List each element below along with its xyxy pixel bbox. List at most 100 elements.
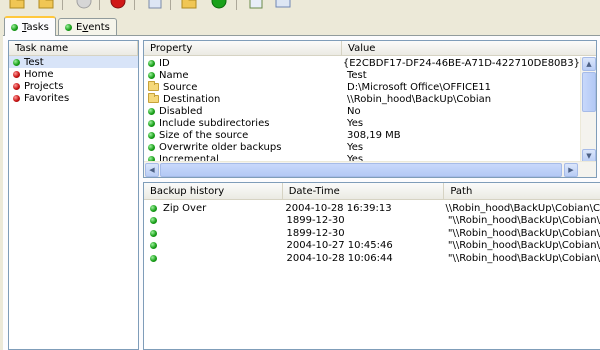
property-value: \\Robin_hood\BackUp\Cobian bbox=[347, 93, 492, 105]
task-item[interactable]: Home bbox=[9, 68, 138, 80]
vertical-scrollbar[interactable]: ▲ ▼ bbox=[580, 57, 596, 163]
scroll-up-button[interactable]: ▲ bbox=[582, 57, 596, 71]
folder-icon[interactable] bbox=[37, 0, 55, 10]
properties-header: Property Value bbox=[144, 41, 596, 56]
horizontal-scrollbar[interactable]: ◀ ▶ bbox=[144, 161, 596, 177]
property-name-cell: Size of the source bbox=[144, 130, 342, 141]
stop-icon[interactable] bbox=[109, 0, 127, 10]
property-name: Name bbox=[159, 69, 189, 81]
history-path: "\\Robin_hood\BackUp\Cobian\ bbox=[447, 215, 600, 227]
status-red-icon bbox=[13, 82, 20, 90]
task-item-label: Favorites bbox=[24, 92, 70, 104]
property-row[interactable]: Overwrite older backups Yes bbox=[144, 141, 580, 153]
history-name-cell bbox=[144, 217, 283, 225]
column-header-property[interactable]: Property bbox=[144, 41, 342, 55]
history-date-time: 2004-10-27 10:45:46 bbox=[286, 240, 393, 252]
status-green-icon bbox=[11, 23, 18, 31]
status-green-icon bbox=[150, 242, 157, 250]
property-value: 308,19 MB bbox=[347, 129, 401, 141]
history-row[interactable]: 1899-12-30 "\\Robin_hood\BackUp\Cobian\ bbox=[144, 227, 600, 240]
history-path: \\Robin_hood\BackUp\Cobian\C bbox=[445, 202, 600, 214]
property-row[interactable]: ID {E2CBDF17-DF24-46BE-A71D-422710DE80B3} bbox=[144, 57, 580, 69]
column-header-value[interactable]: Value bbox=[342, 41, 580, 55]
history-date-time: 2004-10-28 10:06:44 bbox=[286, 252, 393, 264]
tab-events-label: Events bbox=[76, 21, 110, 33]
task-item-label: Home bbox=[24, 68, 54, 80]
property-value: Test bbox=[347, 69, 367, 81]
property-name-cell: Destination bbox=[144, 93, 342, 105]
property-value: No bbox=[347, 105, 361, 117]
folder-icon[interactable] bbox=[180, 0, 198, 10]
task-item[interactable]: Test bbox=[9, 56, 138, 68]
property-name: Include subdirectories bbox=[159, 117, 270, 129]
toolbar-separator bbox=[236, 0, 237, 10]
toolbar-separator bbox=[134, 0, 135, 10]
document-icon[interactable] bbox=[146, 0, 164, 10]
column-header-path[interactable]: Path bbox=[444, 183, 600, 199]
task-list-header[interactable]: Task name bbox=[9, 41, 138, 56]
property-name-cell: Name bbox=[144, 70, 342, 81]
property-name-cell: Overwrite older backups bbox=[144, 142, 342, 153]
task-list[interactable]: Task name Test Home Projects Favorites bbox=[8, 40, 139, 350]
history-row[interactable]: 2004-10-27 10:45:46 "\\Robin_hood\BackUp\… bbox=[144, 240, 600, 253]
property-row[interactable]: Include subdirectories Yes bbox=[144, 117, 580, 129]
history-row[interactable]: Zip Over 2004-10-28 16:39:13 \\Robin_hood\… bbox=[144, 202, 600, 215]
property-row[interactable]: Name Test bbox=[144, 69, 580, 81]
column-header-backup-history[interactable]: Backup history bbox=[144, 183, 283, 199]
tab-tasks[interactable]: Tasks bbox=[4, 16, 56, 36]
window-icon[interactable] bbox=[274, 0, 292, 10]
property-row[interactable]: Source D:\Microsoft Office\OFFICE11 bbox=[144, 81, 580, 93]
open-folder-icon[interactable] bbox=[8, 0, 26, 10]
task-item-label: Test bbox=[24, 56, 44, 68]
status-green-icon bbox=[150, 229, 157, 237]
status-green-icon bbox=[148, 119, 155, 127]
folder-icon bbox=[148, 81, 159, 91]
history-path: "\\Robin_hood\BackUp\Cobian\ bbox=[447, 252, 600, 264]
property-name-cell: ID bbox=[144, 58, 338, 69]
scroll-thumb[interactable] bbox=[160, 163, 562, 177]
properties-body: ID {E2CBDF17-DF24-46BE-A71D-422710DE80B3}… bbox=[144, 57, 580, 163]
history-name-cell bbox=[144, 229, 283, 237]
backup-history-list[interactable]: Backup history Date-Time Path Zip Over 20… bbox=[143, 182, 600, 350]
disabled-circle-icon[interactable] bbox=[75, 0, 93, 10]
properties-icon[interactable] bbox=[247, 0, 265, 10]
property-name: ID bbox=[159, 57, 170, 69]
property-name: Disabled bbox=[159, 105, 203, 117]
history-name-cell: Zip Over bbox=[144, 203, 281, 214]
history-row[interactable]: 2004-10-28 10:06:44 "\\Robin_hood\BackUp\… bbox=[144, 252, 600, 265]
property-row[interactable]: Size of the source 308,19 MB bbox=[144, 129, 580, 141]
status-green-icon bbox=[13, 58, 20, 66]
tab-tasks-label: Tasks bbox=[22, 21, 49, 33]
scroll-left-button[interactable]: ◀ bbox=[145, 163, 159, 177]
property-name-cell: Source bbox=[144, 81, 342, 93]
scroll-right-button[interactable]: ▶ bbox=[564, 163, 578, 177]
column-header-task-name[interactable]: Task name bbox=[9, 41, 138, 55]
task-item[interactable]: Projects bbox=[9, 80, 138, 92]
property-name: Size of the source bbox=[159, 129, 249, 141]
folder-icon bbox=[148, 93, 159, 103]
property-row[interactable]: Disabled No bbox=[144, 105, 580, 117]
run-icon[interactable] bbox=[210, 0, 228, 10]
history-row[interactable]: 1899-12-30 "\\Robin_hood\BackUp\Cobian\ bbox=[144, 215, 600, 228]
status-green-icon bbox=[148, 59, 155, 67]
properties-list[interactable]: Property Value ID {E2CBDF17-DF24-46BE-A71… bbox=[143, 40, 597, 178]
scroll-thumb[interactable] bbox=[582, 72, 596, 112]
tab-events[interactable]: Events bbox=[58, 18, 117, 35]
property-value: Yes bbox=[347, 117, 364, 129]
column-header-date-time[interactable]: Date-Time bbox=[283, 183, 445, 199]
property-name: Overwrite older backups bbox=[159, 141, 282, 153]
task-item[interactable]: Favorites bbox=[9, 92, 138, 104]
task-item-label: Projects bbox=[24, 80, 64, 92]
history-name-cell bbox=[144, 242, 283, 250]
toolbar-separator bbox=[62, 0, 63, 10]
history-date-time: 1899-12-30 bbox=[286, 215, 345, 227]
property-value: {E2CBDF17-DF24-46BE-A71D-422710DE80B3} bbox=[342, 57, 580, 69]
toolbar-separator bbox=[99, 0, 100, 10]
history-header: Backup history Date-Time Path bbox=[144, 183, 600, 200]
status-green-icon bbox=[148, 71, 155, 79]
status-red-icon bbox=[13, 70, 20, 78]
property-row[interactable]: Destination \\Robin_hood\BackUp\Cobian bbox=[144, 93, 580, 105]
status-green-icon bbox=[150, 254, 157, 262]
history-name-cell bbox=[144, 254, 283, 262]
toolbar bbox=[0, 0, 600, 14]
